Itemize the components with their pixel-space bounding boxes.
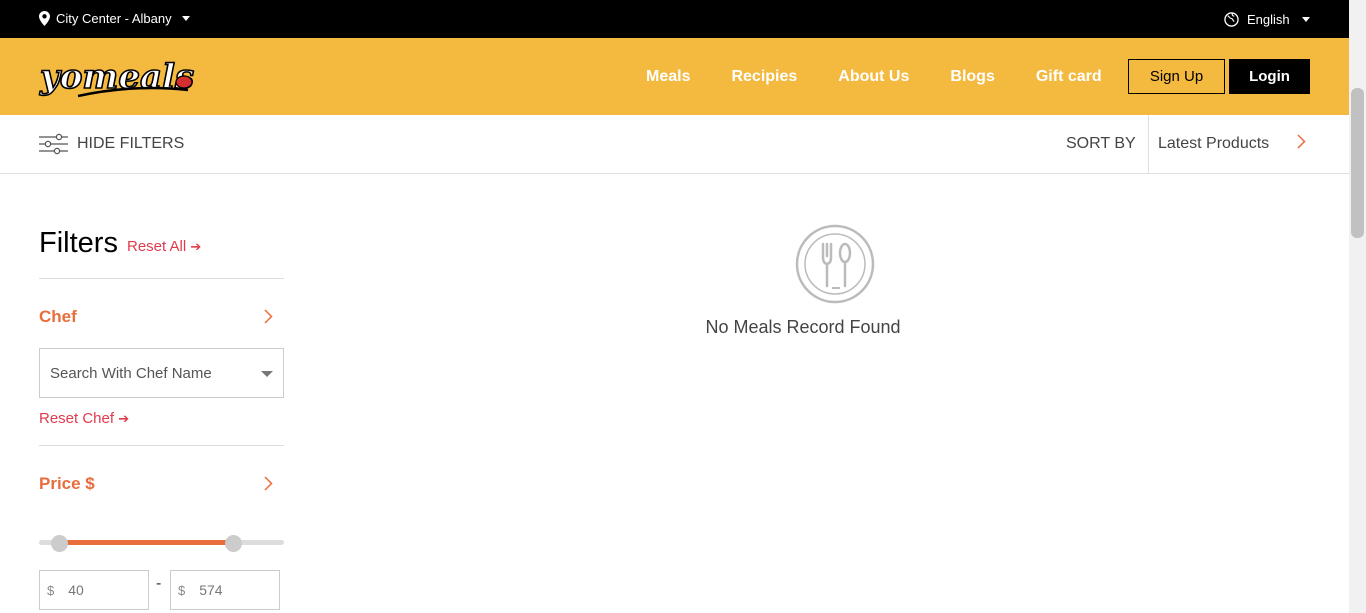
scrollbar-thumb[interactable] [1351,88,1364,238]
price-section-title[interactable]: Price $ [39,474,95,494]
divider [39,445,284,446]
filter-sort-bar: HIDE FILTERS SORT BY Latest Products [0,115,1349,174]
chef-search-placeholder: Search With Chef Name [50,364,212,382]
reset-chef-link[interactable]: Reset Chef ➔ [39,410,129,427]
language-label: English [1247,12,1290,27]
globe-icon [1224,12,1239,27]
fork-spoon-icon [795,224,875,304]
nav-recipies[interactable]: Recipies [731,68,797,86]
empty-message: No Meals Record Found [705,317,901,337]
reset-chef-label: Reset Chef [39,410,115,427]
location-label: City Center - Albany [56,11,172,26]
nav-blogs[interactable]: Blogs [950,68,994,86]
reset-all-link[interactable]: Reset All ➔ [127,238,201,255]
arrow-right-icon: ➔ [118,411,130,426]
location-selector[interactable]: City Center - Albany [39,11,190,26]
hide-filters-label: HIDE FILTERS [77,135,185,152]
currency-symbol: $ [178,582,186,598]
site-header: yomeals Meals Recipies About Us Blogs Gi… [0,38,1349,115]
empty-state: No Meals Record Found [698,224,908,338]
chef-section-title[interactable]: Chef [39,307,77,327]
main-nav: Meals Recipies About Us Blogs Gift card [646,68,1143,86]
chevron-right-icon[interactable] [264,476,273,491]
yomeals-logo[interactable]: yomeals [38,46,198,108]
arrow-right-icon: ➔ [190,239,202,254]
chef-search-select[interactable]: Search With Chef Name [39,348,284,398]
reset-all-label: Reset All [127,238,187,255]
price-slider-min-handle[interactable] [51,535,68,552]
chevron-right-icon [1297,134,1306,149]
filters-title: Filters [39,227,118,259]
sort-by-label: SORT BY [1066,135,1136,152]
price-min-value: 40 [68,582,84,598]
sort-select[interactable]: Latest Products [1148,115,1328,173]
nav-gift-card[interactable]: Gift card [1036,68,1102,86]
price-max-value: 574 [199,582,223,598]
nav-about-us[interactable]: About Us [838,68,909,86]
divider [39,278,284,279]
dropdown-arrow-icon [261,371,273,377]
sort-value: Latest Products [1158,135,1270,152]
price-min-input[interactable]: $ 40 [39,570,149,610]
page-scrollbar[interactable] [1349,0,1366,613]
price-separator: - [156,575,162,592]
top-bar: City Center - Albany English [0,0,1349,38]
language-selector[interactable]: English [1224,12,1310,27]
chevron-right-icon[interactable] [264,309,273,324]
hide-filters-button[interactable]: HIDE FILTERS [39,133,184,155]
sign-up-button[interactable]: Sign Up [1128,59,1225,94]
login-button[interactable]: Login [1229,59,1310,94]
price-slider-range [59,540,234,545]
nav-meals[interactable]: Meals [646,68,690,86]
price-slider-max-handle[interactable] [225,535,242,552]
currency-symbol: $ [47,582,55,598]
caret-down-icon [1301,17,1310,22]
caret-down-icon [181,16,190,21]
filter-sliders-icon [39,133,68,155]
location-pin-icon [39,11,50,26]
price-max-input[interactable]: $ 574 [170,570,280,610]
